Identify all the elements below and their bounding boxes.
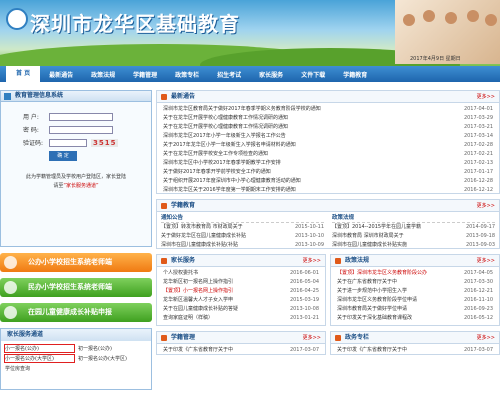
bar-icon	[4, 306, 17, 319]
header-banner: 深圳市龙华区基础教育 2017年4月9日 星期日	[0, 0, 500, 66]
bar-icon	[4, 256, 17, 269]
list-item[interactable]: 查询家庭证明（样稿） 2013-01-21	[163, 314, 319, 323]
edu-icon	[161, 203, 167, 209]
list-item[interactable]: 【置顶】小一报名网上操作指引 2016-04-25	[163, 287, 319, 296]
list-item[interactable]: 深圳市龙华区关于2016学年度第一学期期末工作安排的通知 2016-12-12	[163, 186, 493, 193]
logo-icon	[6, 8, 28, 30]
nav-item[interactable]: 政策法规	[82, 70, 124, 79]
login-button[interactable]: 确 定	[49, 151, 77, 161]
nav-item[interactable]: 政策专栏	[166, 70, 208, 79]
list-item[interactable]: 关于组织开展2017年度深圳市中小学心理健康教育活动的通知 2016-12-28	[163, 177, 493, 186]
xueji-manage-panel: 学籍管理 更多>> 关于印发《广东省教育厅关于中 2017-03-07	[156, 331, 326, 355]
list-item[interactable]: 龙华新区初一报名网上操作指引 2016-05-04	[163, 278, 319, 287]
parent-service-box: 家长服务通道 小一报名(公办) 初一报名(公办) 小一报名公办(大学区) 初一报…	[0, 328, 152, 390]
list-item[interactable]: 关于在龙华区开展学校安全工作专项检查的通知 2017-02-21	[163, 150, 493, 159]
list-item[interactable]: 关于印发《广东省教育厅关于中 2017-03-07	[337, 346, 493, 355]
main-nav: 首 页最新通告 政策法规 学籍管理 政策专栏 招生考试 家长服务 文件下载 学籍教育	[0, 66, 500, 82]
notice-subtitle: 通知公告	[161, 214, 324, 223]
user-label: 用 户:	[23, 114, 39, 121]
list-item[interactable]: 深圳市龙华区2017年小学一年级新生入学报名工作公告 2017-03-14	[163, 132, 493, 141]
list-item[interactable]: 关于在龙华区开展学校心理健康教育工作情况调研的通知 2017-03-29	[163, 114, 493, 123]
child-subsidy-button[interactable]: 在园儿童健康成长补贴申报	[0, 303, 152, 322]
list-item[interactable]: 深圳市教育局 深圳市财政局关于 2013-09-18	[332, 232, 495, 241]
nav-item[interactable]: 文件下载	[292, 70, 334, 79]
list-item[interactable]: 【置顶】深圳市龙华区义务教育阶段公办 2017-04-05	[337, 269, 493, 278]
left-column: 教育管理信息系统 用 户: 密 码: 验证码: 3515 确 定 此为学籍管理员及…	[0, 90, 152, 390]
service-link-junior-public[interactable]: 初一报名(公办)	[78, 345, 147, 352]
list-item[interactable]: 关于做好2017年春季开学前学校安全工作的通知 2017-01-17	[163, 168, 493, 177]
list-item[interactable]: 深圳市在园儿童健康成长补贴实施 2013-09-03	[332, 241, 495, 250]
list-item[interactable]: 个人授权委托书 2016-06-01	[163, 269, 319, 278]
parent-panel: 家长服务 更多>> 个人授权委托书 2016-06-01 龙华新区初一报名网上操作指引…	[156, 254, 326, 326]
username-input[interactable]	[49, 112, 113, 121]
list-item[interactable]: 深圳市龙华区义务教育阶段学位申请 2016-11-10	[337, 296, 493, 305]
private-school-admission-button[interactable]: 民办小学校招生系统老师端	[0, 278, 152, 297]
system-icon	[4, 93, 11, 100]
gov-icon	[335, 335, 341, 341]
parent-service-title: 家长服务通道	[1, 329, 151, 341]
manage-icon	[161, 335, 167, 341]
service-link-primary-public[interactable]: 小一报名(公办)	[4, 344, 75, 353]
list-item[interactable]: 深圳市龙华区中小学校2017年春季学期教学工作安排 2017-02-13	[163, 159, 493, 168]
nav-item[interactable]: 首 页	[6, 66, 41, 82]
password-label: 密 码:	[23, 127, 39, 134]
captcha-label: 验证码:	[23, 140, 44, 147]
xueji-panel: 学籍教育 更多>> 通知公告 【置顶】转发市教育局 市财政局关于 2015-10-11…	[156, 199, 500, 249]
password-input[interactable]	[49, 125, 113, 134]
more-link[interactable]: 更多>>	[303, 332, 321, 344]
captcha-input[interactable]	[49, 138, 87, 147]
bar-icon	[4, 281, 17, 294]
banner-date: 2017年4月9日 星期日	[410, 56, 461, 62]
nav-item[interactable]: 招生考试	[208, 70, 250, 79]
list-item[interactable]: 关于印发关于深化基础教育课程改 2016-05-12	[337, 314, 493, 323]
nav-item[interactable]: 家长服务	[250, 70, 292, 79]
gov-panel: 政务专栏 更多>> 关于印发《广东省教育厅关于中 2017-03-07	[330, 331, 500, 355]
list-item[interactable]: 深圳市龙华区教育局关于做好2017年春季学期义务教育阶段学校的通知 2017-04…	[163, 105, 493, 114]
login-box: 用 户: 密 码: 验证码: 3515 确 定 此为学籍管理员及学校用户登陆区，家…	[0, 102, 152, 247]
list-item[interactable]: 关于印发《广东省教育厅关于中 2017-03-07	[163, 346, 319, 355]
notice-icon	[161, 94, 167, 100]
service-link-housing-query[interactable]: 学位房查询	[5, 365, 74, 372]
parent-icon	[161, 258, 167, 264]
parent-service-link[interactable]: “家长服务通道”	[63, 183, 98, 189]
nav-item[interactable]: 学籍教育	[334, 70, 376, 79]
captcha-image[interactable]: 3515	[91, 138, 119, 147]
public-school-admission-button[interactable]: 公办小学校招生系统老师端	[0, 253, 152, 272]
list-item[interactable]: 关于在广东省教育厅关于中 2017-03-30	[337, 278, 493, 287]
more-link[interactable]: 更多>>	[477, 91, 495, 103]
more-link[interactable]: 更多>>	[477, 255, 495, 267]
more-link[interactable]: 更多>>	[477, 200, 495, 212]
right-column: 最新通告 更多>> 深圳市龙华区教育局关于做好2017年春季学期义务教育阶段学校的…	[156, 90, 500, 355]
policy-icon	[335, 258, 341, 264]
login-header: 教育管理信息系统	[0, 90, 152, 102]
list-item[interactable]: 【置顶】2014--2015学年在园儿童学籍 2014-09-17	[332, 223, 495, 232]
more-link[interactable]: 更多>>	[303, 255, 321, 267]
list-item[interactable]: 深圳市在园儿童健康成长补贴(补贴 2013-10-09	[161, 241, 324, 250]
nav-item[interactable]: 学籍管理	[124, 70, 166, 79]
policy-subtitle: 政策法规	[332, 214, 495, 223]
list-item[interactable]: 关于2017年龙华区小学一年级新生入学报名申请材料的通知 2017-02-28	[163, 141, 493, 150]
policy-panel: 政策法规 更多>> 【置顶】深圳市龙华区义务教育阶段公办 2017-04-05 关于在…	[330, 254, 500, 326]
list-item[interactable]: 关于在园儿童健康成长补贴的答疑 2013-10-08	[163, 305, 319, 314]
site-title: 深圳市龙华区基础教育	[30, 12, 240, 36]
list-item[interactable]: 龙华新区温馨大人才子女入学申 2015-03-19	[163, 296, 319, 305]
list-item[interactable]: 关于在龙华区开展学校心理健康教育工作情况调研的通知 2017-03-21	[163, 123, 493, 132]
list-item[interactable]: 深圳市教育局关于做好学位申请 2016-09-23	[337, 305, 493, 314]
list-item[interactable]: 关于进一步规范中小学招生入学 2016-12-21	[337, 287, 493, 296]
latest-panel: 最新通告 更多>> 深圳市龙华区教育局关于做好2017年春季学期义务教育阶段学校的…	[156, 90, 500, 194]
login-note: 此为学籍管理员及学校用户登陆区，家长登陆 请至“家长服务通道”	[25, 174, 126, 189]
list-item[interactable]: 关于做好龙华区在园儿童健康成长补贴 2013-10-10	[161, 232, 324, 241]
more-link[interactable]: 更多>>	[477, 332, 495, 344]
nav-item[interactable]: 最新通告	[40, 70, 82, 79]
service-link-junior-district[interactable]: 初一报名公办(大学区)	[78, 355, 147, 362]
list-item[interactable]: 【置顶】转发市教育局 市财政局关于 2015-10-11	[161, 223, 324, 232]
service-link-primary-district[interactable]: 小一报名公办(大学区)	[4, 354, 75, 363]
